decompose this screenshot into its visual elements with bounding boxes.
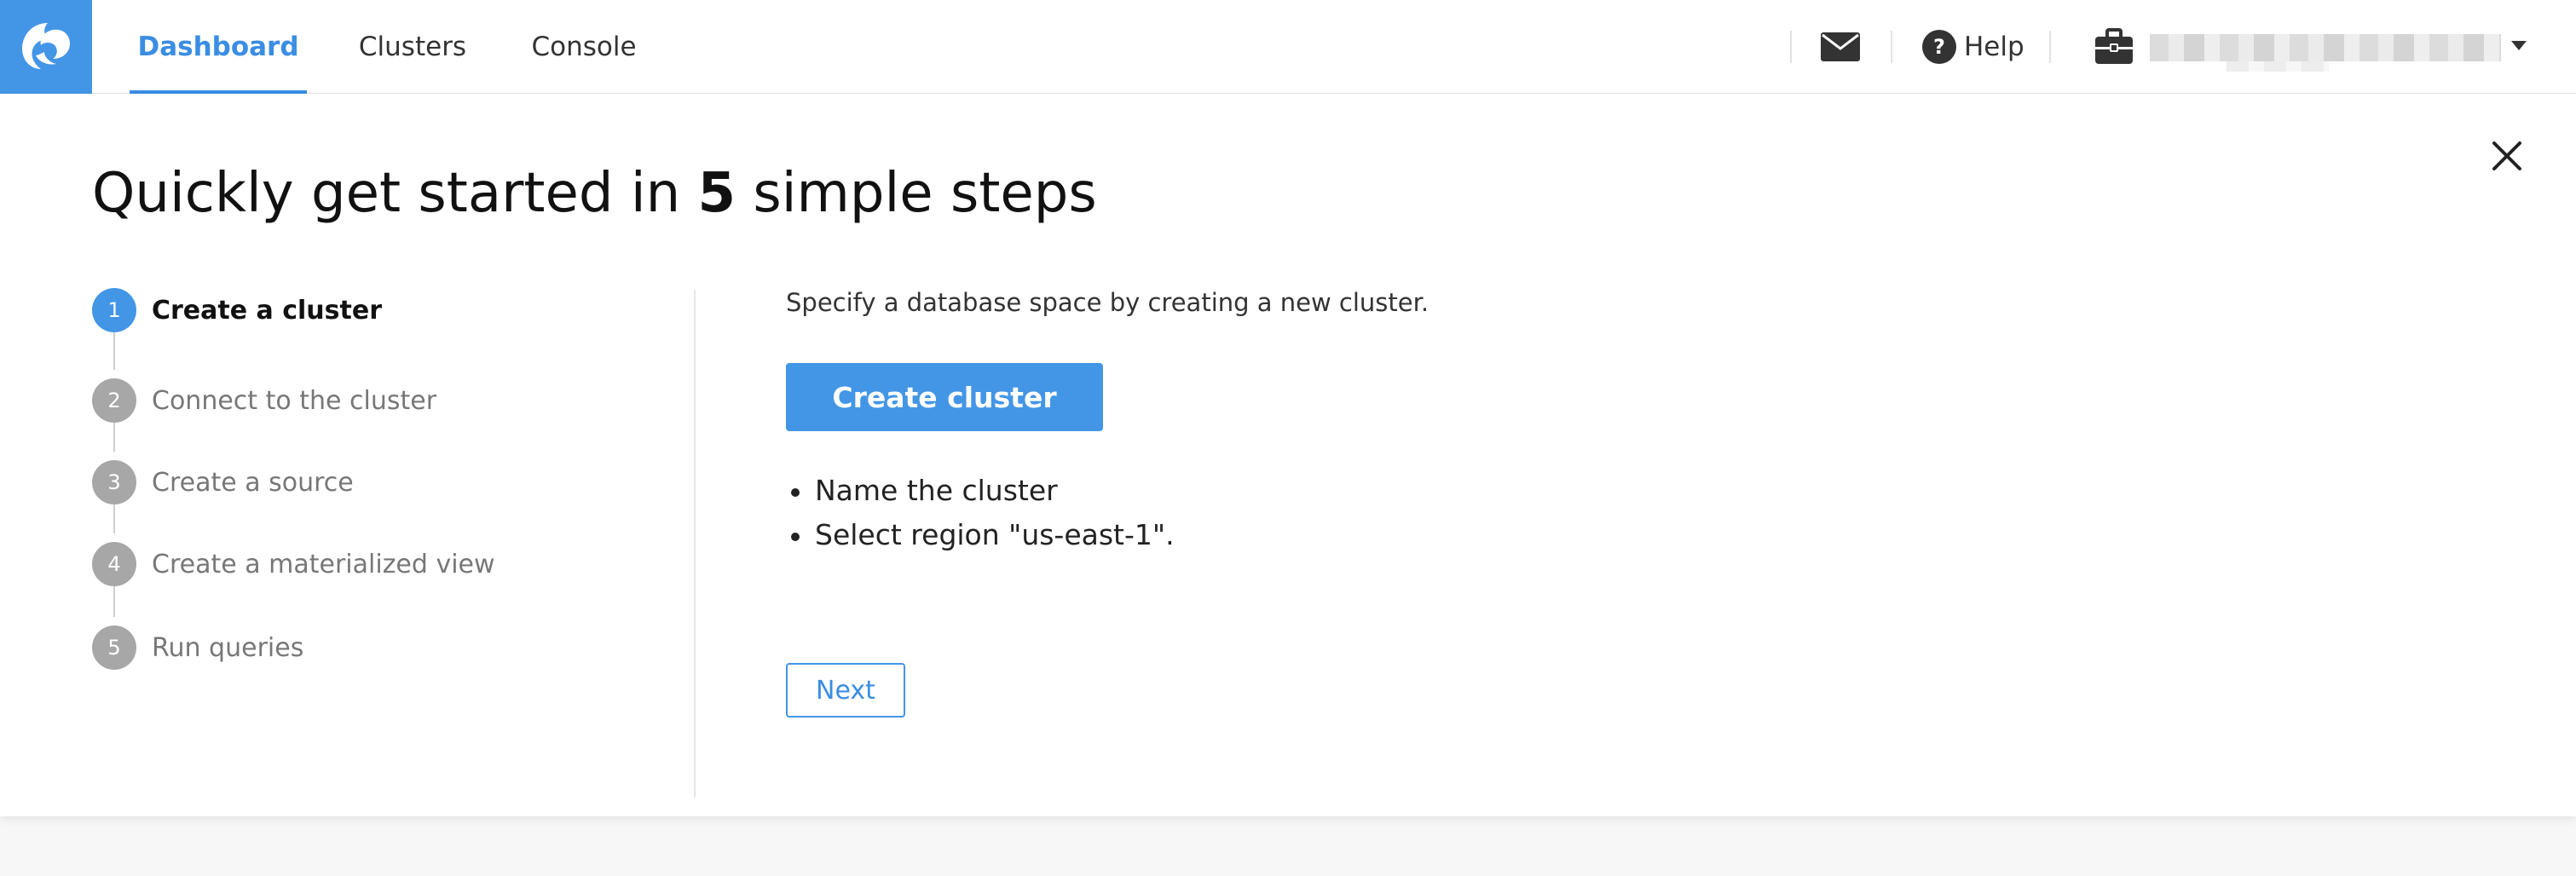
step-connector [113,423,115,452]
svg-text:?: ? [1933,35,1945,59]
next-button[interactable]: Next [786,663,905,718]
title-prefix: Quickly get started in [92,162,698,225]
step-label: Create a materialized view [152,549,495,579]
vertical-divider [694,290,696,798]
step-number: 2 [92,378,136,423]
step-create-source[interactable]: 3 Create a source [92,460,354,504]
help-link[interactable]: Help [1964,0,2024,94]
question-circle-icon[interactable]: ? [1922,30,1956,64]
create-cluster-button[interactable]: Create cluster [786,363,1103,431]
step-description: Specify a database space by creating a n… [786,288,1430,317]
step-create-materialized-view[interactable]: 4 Create a materialized view [92,542,495,586]
step-number: 5 [92,625,136,670]
step-connector [113,332,115,370]
step-number: 4 [92,542,136,586]
tab-clusters[interactable]: Clusters [344,0,481,94]
tab-console[interactable]: Console [520,0,648,94]
list-item: Select region "us-east-1". [786,513,1175,557]
top-navigation-bar: Dashboard Clusters Console ? Help [0,0,2576,94]
caret-down-icon[interactable] [2511,41,2527,50]
step-label: Create a source [152,467,354,498]
nav-divider [1891,31,1892,63]
page-title: Quickly get started in 5 simple steps [92,162,1097,225]
step-connector [113,586,115,617]
step-number: 3 [92,460,136,504]
title-step-count: 5 [697,162,736,225]
nav-divider [2049,31,2051,63]
getting-started-panel: Quickly get started in 5 simple steps 1 … [0,94,2576,816]
tab-dashboard[interactable]: Dashboard [130,0,307,94]
nav-divider [1790,31,1792,63]
step-connect-cluster[interactable]: 2 Connect to the cluster [92,378,436,423]
list-item: Name the cluster [786,469,1175,513]
step-label: Connect to the cluster [152,385,437,416]
account-name-redacted-detail [2227,61,2329,72]
title-suffix: simple steps [736,162,1097,225]
envelope-icon[interactable] [1821,30,1860,64]
instruction-list: Name the cluster Select region "us-east-… [786,469,1175,557]
step-run-queries[interactable]: 5 Run queries [92,625,303,670]
close-icon[interactable] [2489,138,2525,174]
step-label: Run queries [152,632,304,663]
wave-logo-icon[interactable] [0,0,92,94]
briefcase-icon[interactable] [2095,27,2133,65]
step-connector [113,504,115,533]
step-label: Create a cluster [152,295,382,326]
step-create-cluster[interactable]: 1 Create a cluster [92,288,382,332]
step-number: 1 [92,288,136,332]
account-name-redacted[interactable] [2150,34,2501,61]
